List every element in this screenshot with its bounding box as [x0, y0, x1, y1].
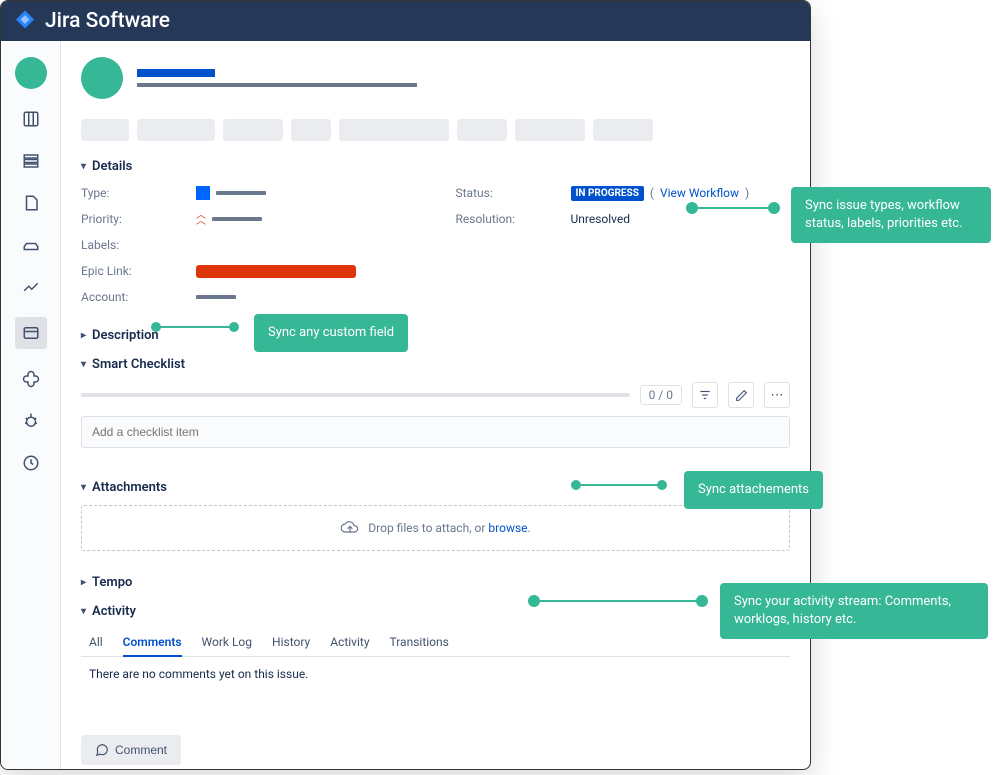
issue-avatar [81, 57, 123, 99]
smart-checklist-section: ▾ Smart Checklist 0 / 0 ⋯ [81, 357, 790, 448]
backlog-icon[interactable] [19, 149, 43, 173]
connector [576, 484, 662, 486]
epic-link-badge[interactable] [196, 265, 356, 278]
board-icon[interactable] [19, 107, 43, 131]
tempo-section: ▸ Tempo [81, 575, 790, 590]
toolbar-button[interactable] [223, 119, 283, 141]
details-header[interactable]: ▾ Details [81, 159, 790, 174]
connector [692, 207, 774, 209]
account-label: Account: [81, 290, 196, 304]
title-placeholder [137, 83, 417, 87]
details-section: ▾ Details Type: Priority:︿︿ Labels: Epic… [81, 159, 790, 314]
priority-icon: ︿︿ [196, 213, 206, 225]
pages-icon[interactable] [19, 191, 43, 215]
tab-transitions[interactable]: Transitions [390, 629, 449, 656]
toolbar-button[interactable] [291, 119, 331, 141]
smart-checklist-header[interactable]: ▾ Smart Checklist [81, 357, 790, 372]
breadcrumb-placeholder [137, 69, 215, 77]
tab-comments[interactable]: Comments [123, 629, 182, 657]
checklist-input[interactable] [81, 416, 790, 448]
callout-attachments: Sync attachements [684, 471, 823, 509]
releases-icon[interactable] [19, 233, 43, 257]
chevron-down-icon: ▾ [81, 161, 86, 172]
resolution-value: Unresolved [571, 212, 631, 226]
addons-icon[interactable] [19, 367, 43, 391]
priority-value-placeholder [212, 217, 262, 221]
description-header[interactable]: ▸ Description [81, 328, 790, 343]
main-area: ▾ Details Type: Priority:︿︿ Labels: Epic… [1, 41, 810, 769]
comment-button[interactable]: Comment [81, 735, 181, 765]
tab-all[interactable]: All [89, 629, 103, 656]
checklist-progress [81, 393, 630, 397]
chevron-down-icon: ▾ [81, 482, 86, 493]
top-bar: Jira Software [1, 1, 810, 41]
checklist-count: 0 / 0 [640, 385, 682, 405]
bug-icon[interactable] [19, 409, 43, 433]
activity-section: ▾ Activity All Comments Work Log History… [81, 604, 790, 681]
type-icon [196, 186, 210, 200]
issue-content: ▾ Details Type: Priority:︿︿ Labels: Epic… [61, 41, 810, 769]
type-label: Type: [81, 186, 196, 200]
description-section: ▸ Description [81, 328, 790, 343]
chevron-down-icon: ▾ [81, 359, 86, 370]
dropzone-text: Drop files to attach, or [368, 521, 488, 535]
cloud-upload-icon [340, 520, 360, 536]
callout-activity: Sync your activity stream: Comments, wor… [720, 583, 988, 639]
chevron-down-icon: ▾ [81, 606, 86, 617]
time-icon[interactable] [19, 451, 43, 475]
account-value-placeholder [196, 295, 236, 299]
labels-label: Labels: [81, 238, 196, 252]
app-name: Jira Software [45, 9, 170, 33]
issues-icon[interactable] [15, 317, 47, 349]
type-value-placeholder [216, 191, 266, 195]
sidebar [1, 41, 61, 769]
chevron-right-icon: ▸ [81, 330, 86, 341]
jira-window: Jira Software [0, 0, 811, 770]
toolbar-button[interactable] [137, 119, 215, 141]
attachments-header[interactable]: ▾ Attachments [81, 480, 167, 495]
callout-custom-field: Sync any custom field [254, 314, 408, 352]
toolbar-button[interactable] [81, 119, 129, 141]
more-button[interactable]: ⋯ [764, 382, 790, 408]
issue-header [81, 57, 790, 99]
jira-logo-icon [13, 9, 37, 33]
tab-worklog[interactable]: Work Log [202, 629, 252, 656]
action-toolbar [81, 119, 790, 141]
connector [534, 600, 702, 602]
edit-button[interactable] [728, 382, 754, 408]
tab-history[interactable]: History [272, 629, 310, 656]
comment-icon [95, 743, 109, 757]
project-avatar[interactable] [15, 57, 47, 89]
tempo-header[interactable]: ▸ Tempo [81, 575, 790, 590]
filter-button[interactable] [692, 382, 718, 408]
view-workflow-link[interactable]: View Workflow [660, 186, 739, 200]
status-label: Status: [456, 186, 571, 200]
browse-link[interactable]: browse [488, 521, 527, 535]
chevron-right-icon: ▸ [81, 577, 86, 588]
connector [156, 326, 234, 328]
resolution-label: Resolution: [456, 212, 571, 226]
toolbar-button[interactable] [515, 119, 585, 141]
toolbar-button[interactable] [593, 119, 653, 141]
status-badge[interactable]: IN PROGRESS [571, 186, 644, 201]
priority-label: Priority: [81, 212, 196, 226]
attachment-dropzone[interactable]: Drop files to attach, or browse. [81, 505, 790, 551]
reports-icon[interactable] [19, 275, 43, 299]
toolbar-button[interactable] [339, 119, 449, 141]
activity-tabs: All Comments Work Log History Activity T… [81, 629, 790, 657]
epic-link-label: Epic Link: [81, 264, 196, 278]
jira-logo: Jira Software [13, 9, 170, 33]
tab-activity[interactable]: Activity [330, 629, 369, 656]
activity-header[interactable]: ▾ Activity [81, 604, 790, 619]
toolbar-button[interactable] [457, 119, 507, 141]
empty-comments-msg: There are no comments yet on this issue. [81, 657, 790, 681]
callout-details: Sync issue types, workflow status, label… [791, 187, 991, 243]
